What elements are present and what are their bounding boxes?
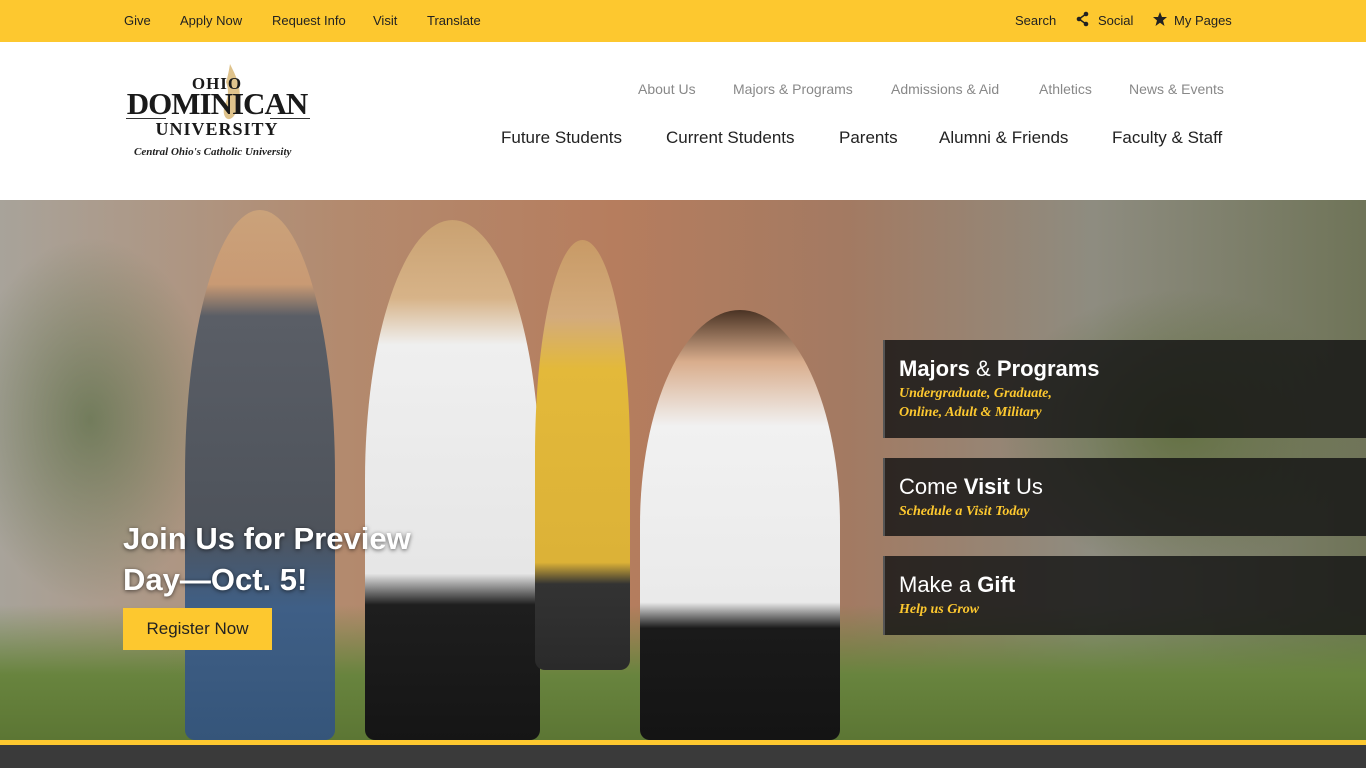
search-link[interactable]: Search — [1015, 13, 1056, 28]
hero-photo-student-3 — [535, 240, 630, 670]
university-logo[interactable]: OHIO DOMINICAN UNIVERSITY Central Ohio's… — [124, 62, 314, 162]
card-visit-title-pre: Come — [899, 474, 964, 499]
card-majors-title-pre: Majors — [899, 356, 970, 381]
utility-bar: Give Apply Now Request Info Visit Transl… — [0, 0, 1366, 42]
hero-photo-student-4 — [640, 310, 840, 740]
card-gift-title-mid: Gift — [977, 572, 1016, 597]
nav-alumni-friends[interactable]: Alumni & Friends — [939, 128, 1068, 148]
nav-athletics[interactable]: Athletics — [1039, 81, 1092, 97]
card-visit-title-mid: Visit — [963, 474, 1010, 499]
logo-tagline: Central Ohio's Catholic University — [134, 146, 292, 158]
card-majors-title-post: Programs — [996, 356, 1100, 381]
nav-faculty-staff[interactable]: Faculty & Staff — [1112, 128, 1222, 148]
visit-link[interactable]: Visit — [373, 13, 397, 28]
card-majors-sub2: Online, Adult & Military — [899, 405, 1042, 420]
star-icon[interactable] — [1152, 11, 1168, 27]
card-visit-sub1: Schedule a Visit Today — [899, 504, 1030, 519]
nav-majors-programs[interactable]: Majors & Programs — [733, 81, 853, 97]
card-majors-title-mid: & — [969, 356, 997, 381]
translate-link[interactable]: Translate — [427, 13, 481, 28]
hero-photo-student-1 — [185, 210, 335, 740]
social-link[interactable]: Social — [1098, 13, 1133, 28]
hero-photo-student-2 — [365, 220, 540, 740]
majors-programs-card[interactable]: Majors & Programs Undergraduate, Graduat… — [883, 340, 1366, 438]
nav-news-events[interactable]: News & Events — [1129, 81, 1224, 97]
nav-parents[interactable]: Parents — [839, 128, 898, 148]
footer-bar — [0, 745, 1366, 768]
logo-dominican: DOMINICAN — [126, 86, 308, 121]
request-info-link[interactable]: Request Info — [272, 13, 346, 28]
nav-about-us[interactable]: About Us — [638, 81, 696, 97]
give-link[interactable]: Give — [124, 13, 151, 28]
apply-now-link[interactable]: Apply Now — [180, 13, 242, 28]
card-gift-sub1: Help us Grow — [899, 602, 980, 617]
hero-headline: Join Us for Preview Day—Oct. 5! — [123, 521, 411, 597]
logo-university: UNIVERSITY — [155, 119, 279, 139]
nav-future-students[interactable]: Future Students — [501, 128, 622, 148]
my-pages-link[interactable]: My Pages — [1174, 13, 1232, 28]
come-visit-card[interactable]: Come Visit Us Schedule a Visit Today — [883, 458, 1366, 536]
nav-current-students[interactable]: Current Students — [666, 128, 795, 148]
card-majors-sub1: Undergraduate, Graduate, — [899, 386, 1052, 401]
register-now-button[interactable]: Register Now — [123, 608, 272, 650]
card-gift-title-pre: Make a — [899, 572, 978, 597]
nav-admissions-aid[interactable]: Admissions & Aid — [891, 81, 999, 97]
make-gift-card[interactable]: Make a Gift Help us Grow — [883, 556, 1366, 635]
share-icon[interactable] — [1075, 11, 1091, 27]
card-visit-title-post: Us — [1009, 474, 1043, 499]
